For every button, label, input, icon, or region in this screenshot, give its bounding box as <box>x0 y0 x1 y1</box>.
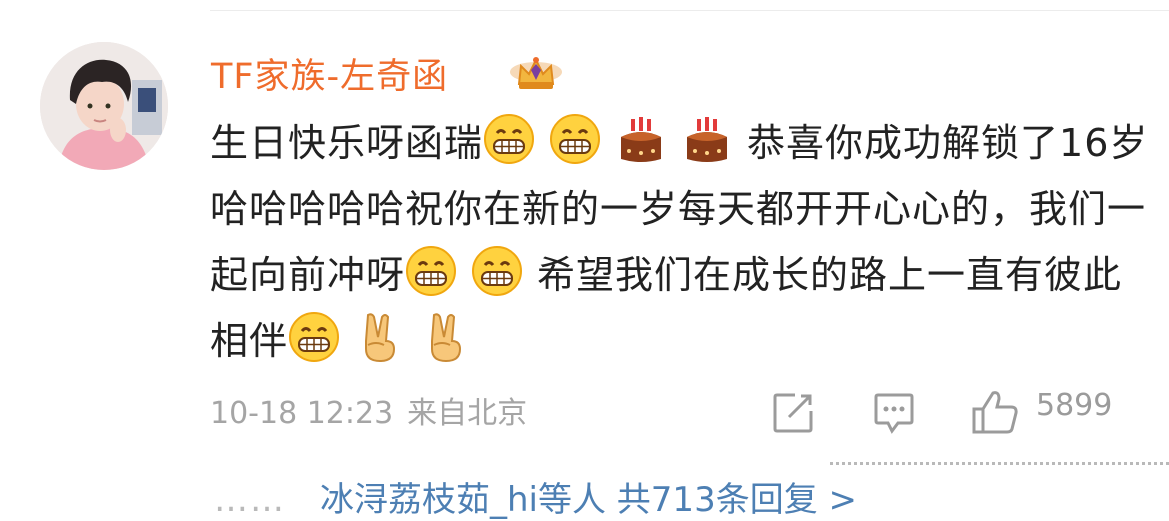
comment-icon[interactable] <box>872 391 916 435</box>
timestamp: 10-18 12:23 <box>210 396 394 431</box>
grin-emoji-icon <box>406 246 457 296</box>
like-icon[interactable] <box>971 389 1019 435</box>
comment-meta: 10-18 12:23 来自北京 <box>210 388 527 432</box>
comment-text-1: 生日快乐呀函瑞 <box>210 121 484 165</box>
avatar[interactable] <box>40 42 168 170</box>
cake-emoji-icon <box>621 117 662 162</box>
like-count: 5899 <box>1036 388 1113 423</box>
grin-emoji-icon <box>484 114 535 164</box>
crown-badge-icon <box>510 57 562 89</box>
username[interactable]: TF家族-左奇函 <box>211 48 448 99</box>
grin-emoji-icon <box>550 114 601 164</box>
victory-hand-emoji-icon <box>431 313 462 363</box>
location: 来自北京 <box>407 396 528 431</box>
replies-dots: …… <box>214 480 286 520</box>
replies-divider <box>830 462 1169 465</box>
grin-emoji-icon <box>289 312 340 362</box>
top-divider <box>210 10 1169 11</box>
comment-content: 生日快乐呀函瑞 恭喜你成功解锁了16岁哈哈哈哈哈祝你在新的一岁每天都开开心心的，我… <box>210 110 1155 374</box>
victory-hand-emoji-icon <box>365 313 396 363</box>
repost-icon[interactable] <box>771 391 815 435</box>
grin-emoji-icon <box>472 246 523 296</box>
replies-text[interactable]: 冰浔荔枝茹_hi等人 共713条回复 > <box>320 480 857 520</box>
cake-emoji-icon <box>687 117 728 162</box>
replies-link[interactable]: …… 冰浔荔枝茹_hi等人 共713条回复 > <box>214 472 857 521</box>
